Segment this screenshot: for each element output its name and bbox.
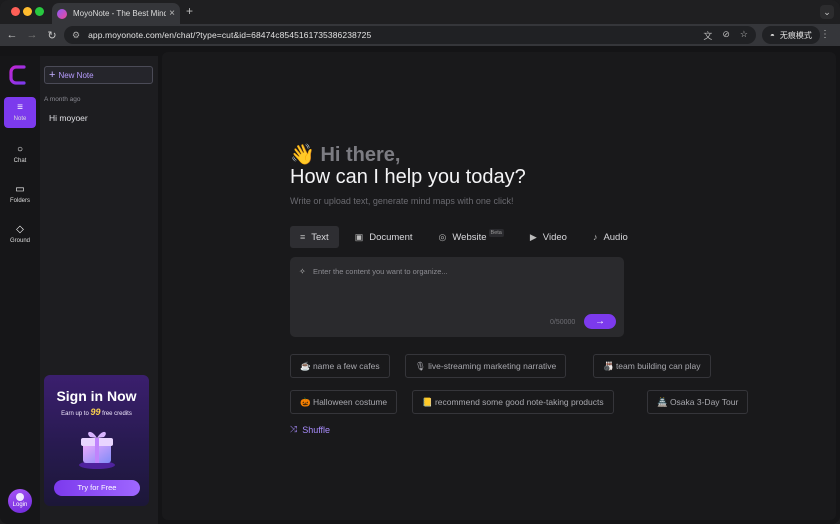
input-mode-tabs: ≡ Text ▣ Document ◎ Website Beta ▶ Video…	[290, 226, 644, 248]
rail-item-ground[interactable]: ◇ Ground	[4, 219, 36, 250]
tab-search-button[interactable]: ⌄	[820, 5, 834, 19]
arrow-right-icon: →	[595, 316, 605, 327]
tab-document[interactable]: ▣ Document	[345, 226, 423, 248]
promo-sub-prefix: Earn up to	[61, 411, 89, 417]
promo-sub-suffix: free credits	[102, 411, 132, 417]
address-bar[interactable]: ⚙ app.moyonote.com/en/chat/?type=cut&id=…	[64, 26, 756, 44]
content-input-placeholder[interactable]: Enter the content you want to organize..…	[313, 267, 448, 276]
reload-button[interactable]: ↻	[42, 29, 62, 42]
shuffle-icon: ⤨	[290, 424, 298, 434]
tab-label: Document	[369, 231, 413, 243]
rail-item-note[interactable]: ≡ Note	[4, 97, 36, 128]
app-rail: ≡ Note ○ Chat ▭ Folders ◇ Ground Login	[0, 56, 40, 524]
shuffle-button[interactable]: ⤨ Shuffle	[290, 424, 330, 435]
chat-icon: ○	[16, 144, 24, 155]
notes-sidebar: + New Note A month ago Hi moyoer Sign in…	[40, 56, 158, 524]
suggestion-chip[interactable]: 🎃 Halloween costume	[290, 390, 398, 414]
forward-button[interactable]: →	[22, 29, 42, 41]
tab-bar: MoyoNote - The Best Mind M × + ⌄	[0, 0, 840, 24]
shuffle-label: Shuffle	[302, 424, 331, 435]
sign-in-promo-card[interactable]: Sign in Now Earn up to 99 free credits T…	[44, 375, 149, 506]
try-for-free-button[interactable]: Try for Free	[54, 480, 140, 496]
tab-video[interactable]: ▶ Video	[520, 226, 577, 248]
ground-icon: ◇	[16, 224, 24, 235]
close-window-button[interactable]	[11, 7, 20, 16]
tab-close-icon[interactable]: ×	[169, 8, 175, 19]
maximize-window-button[interactable]	[35, 7, 44, 16]
url-text[interactable]: app.moyonote.com/en/chat/?type=cut&id=68…	[88, 30, 371, 40]
browser-window: MoyoNote - The Best Mind M × + ⌄ ← → ↻ ⚙…	[0, 0, 840, 524]
text-icon: ≡	[300, 232, 306, 242]
incognito-label: 无痕模式	[779, 30, 812, 40]
bookmark-star-icon[interactable]: ☆	[740, 29, 748, 42]
login-button[interactable]: Login	[8, 489, 32, 513]
incognito-icon: ◓	[770, 30, 775, 40]
greeting: 👋 Hi there,	[290, 142, 401, 167]
tab-title: MoyoNote - The Best Mind M	[73, 9, 167, 18]
eye-off-icon[interactable]: ⊘	[722, 29, 730, 42]
suggestion-chip[interactable]: 🎳 team building can play	[593, 354, 711, 378]
folder-icon: ▭	[15, 184, 25, 195]
translate-icon[interactable]: 文	[703, 29, 712, 42]
avatar	[16, 493, 24, 501]
suggestion-chip[interactable]: 🎙 live-streaming marketing narrative	[405, 354, 567, 378]
greeting-text: Hi there,	[320, 144, 401, 166]
send-button[interactable]: →	[584, 314, 616, 329]
rail-item-label: Folders	[9, 198, 30, 204]
new-tab-button[interactable]: +	[186, 4, 193, 18]
login-label: Login	[12, 502, 28, 508]
moyonote-logo-icon[interactable]	[8, 64, 30, 86]
incognito-indicator[interactable]: ◓ 无痕模式	[762, 26, 820, 44]
promo-subtitle: Earn up to 99 free credits	[44, 407, 149, 417]
tab-text[interactable]: ≡ Text	[290, 226, 339, 248]
list-item[interactable]: Hi moyoer	[49, 113, 88, 123]
plus-icon: +	[49, 69, 56, 81]
tab-label: Text	[311, 231, 329, 243]
rail-item-chat[interactable]: ○ Chat	[4, 139, 36, 170]
gift-box-icon	[79, 431, 115, 469]
back-button[interactable]: ←	[2, 29, 22, 41]
minimize-window-button[interactable]	[23, 7, 32, 16]
new-note-button[interactable]: + New Note	[44, 66, 153, 84]
suggestion-chip[interactable]: 🏯 Osaka 3-Day Tour	[647, 390, 749, 414]
suggestion-chip[interactable]: ☕ name a few cafes	[290, 354, 390, 378]
new-note-label: New Note	[58, 70, 94, 80]
browser-menu-button[interactable]: ⋮	[820, 29, 830, 40]
moyonote-favicon-icon	[57, 8, 67, 19]
suggestion-chip[interactable]: 📒 recommend some good note-taking produc…	[412, 390, 614, 414]
notes-group-label: A month ago	[44, 96, 81, 103]
character-counter: 0/50000	[550, 319, 576, 326]
rail-item-folders[interactable]: ▭ Folders	[4, 179, 36, 210]
browser-tab[interactable]: MoyoNote - The Best Mind M ×	[52, 3, 180, 24]
tab-audio[interactable]: ♪ Audio	[583, 226, 638, 248]
note-icon: ≡	[17, 102, 23, 113]
video-icon: ▶	[529, 231, 537, 242]
rail-item-label: Chat	[13, 158, 27, 164]
document-icon: ▣	[354, 231, 364, 242]
promo-credits-number: 99	[90, 407, 101, 417]
beta-badge: Beta	[488, 229, 504, 237]
wave-icon: 👋	[290, 144, 315, 166]
tab-website[interactable]: ◎ Website Beta	[429, 226, 514, 248]
main-content: 👋 Hi there, How can I help you today? Wr…	[162, 52, 836, 520]
tab-label: Website	[452, 231, 487, 243]
rail-item-label: Note	[13, 116, 27, 122]
tab-label: Video	[542, 231, 567, 243]
rail-item-label: Ground	[9, 238, 30, 244]
content-input[interactable]: ✧ Enter the content you want to organize…	[290, 257, 624, 337]
audio-icon: ♪	[592, 232, 598, 242]
tab-label: Audio	[603, 231, 628, 243]
promo-title: Sign in Now	[56, 388, 137, 404]
site-settings-icon[interactable]: ⚙	[72, 30, 80, 41]
page-subtitle: Write or upload text, generate mind maps…	[290, 196, 514, 206]
browser-toolbar: ← → ↻ ⚙ app.moyonote.com/en/chat/?type=c…	[0, 24, 840, 46]
sparkle-icon: ✧	[299, 267, 306, 276]
page-title: How can I help you today?	[290, 166, 526, 188]
globe-icon: ◎	[438, 231, 447, 242]
